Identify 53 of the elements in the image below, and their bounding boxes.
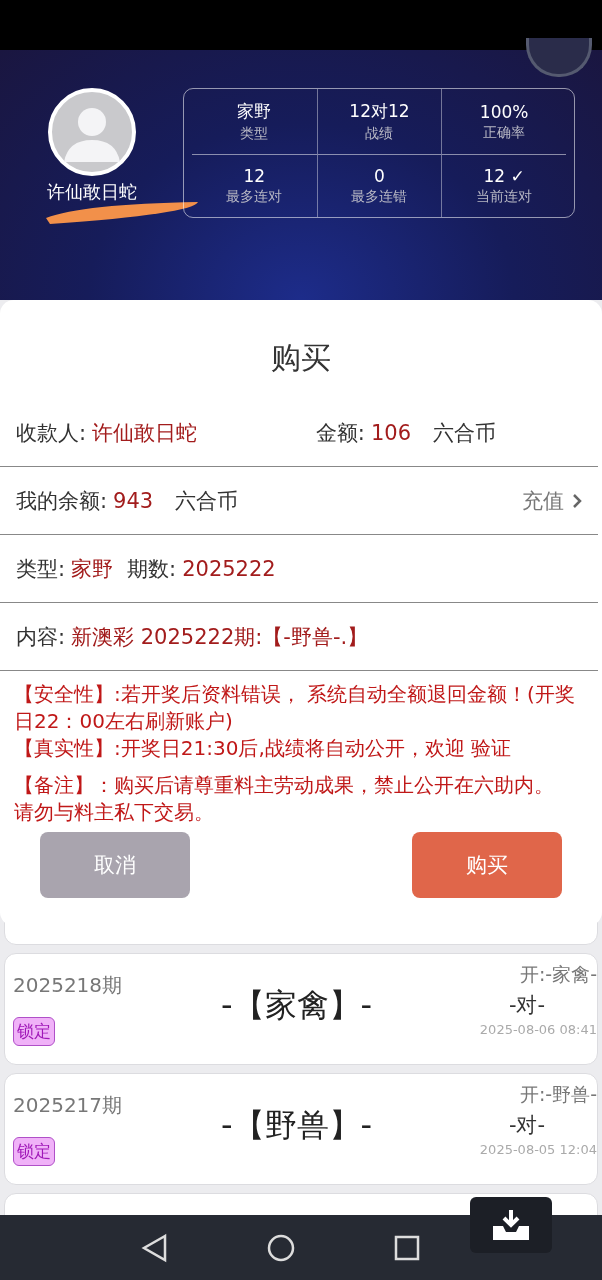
- stat-label: 最多连错: [351, 188, 408, 206]
- download-icon: [491, 1208, 531, 1242]
- recharge-link[interactable]: 充值: [522, 486, 582, 515]
- stat-label: 战绩: [365, 125, 394, 143]
- round-button[interactable]: [526, 38, 592, 77]
- cancel-button[interactable]: 取消: [40, 832, 190, 898]
- amount-value: 106: [370, 420, 411, 445]
- type-value: 家野: [71, 555, 114, 583]
- chevron-icon: [572, 492, 582, 509]
- pick-text: -【野兽】-: [221, 1105, 374, 1146]
- stat-label: 最多连对: [226, 188, 283, 206]
- notice-text: 【安全性】:若开奖后资料错误， 系统自动全额退回金额！(开奖日22：00左右刷新账户): [14, 681, 576, 735]
- balance-value: 943: [113, 488, 154, 513]
- notice-text: 【真实性】:开奖日21:30后,战绩将自动公开，欢迎 验证: [14, 735, 513, 762]
- lock-badge: 锁定: [13, 1137, 55, 1166]
- lock-badge: 锁定: [13, 1017, 55, 1046]
- type-label: 类型:: [16, 555, 66, 583]
- home-icon[interactable]: [266, 1232, 296, 1263]
- download-button[interactable]: [470, 1197, 552, 1253]
- timestamp: 2025-08-06 08:41: [479, 1022, 597, 1037]
- stat-value: 0: [374, 166, 385, 186]
- payee-label: 收款人:: [16, 419, 87, 447]
- stat-label: 正确率: [483, 123, 526, 142]
- avatar-icon: [47, 88, 136, 176]
- notice-text: 【备注】：购买后请尊重料主劳动成果，禁止公开在六助内。: [14, 772, 555, 799]
- stat-value: 12 ✓: [483, 166, 525, 186]
- verdict-text: -对-: [508, 992, 546, 1019]
- stat-label: 类型: [240, 125, 269, 143]
- payee-value: 许仙敢日蛇: [92, 419, 198, 447]
- period-label: 期数:: [127, 555, 177, 583]
- stat-label: 当前连对: [476, 188, 533, 206]
- content-label: 内容:: [16, 623, 66, 651]
- stat-value: 100%: [479, 101, 529, 122]
- content-value: 新澳彩 2025222期:【-野兽-.】: [71, 623, 369, 651]
- result-text: 开:-野兽-: [519, 1082, 597, 1107]
- notice-text: 请勿与料主私下交易。: [14, 799, 215, 826]
- period-text: 2025217期: [13, 1092, 123, 1119]
- result-text: 开:-家禽-: [519, 962, 597, 987]
- stat-value: 家野: [237, 100, 272, 123]
- period-text: 2025218期: [13, 972, 123, 999]
- currency-unit: 六合币: [175, 487, 239, 515]
- dialog-title: 购买: [270, 339, 332, 377]
- balance-label: 我的余额:: [16, 487, 108, 515]
- pick-text: -【家禽】-: [221, 985, 374, 1026]
- currency-unit: 六合币: [433, 419, 496, 447]
- stat-value: 12对12: [349, 100, 410, 123]
- amount-label: 金额:: [315, 419, 365, 447]
- verdict-text: -对-: [508, 1112, 546, 1139]
- stat-value: 12: [243, 166, 266, 186]
- buy-button[interactable]: 购买: [412, 832, 562, 898]
- user-name: 许仙敢日蛇: [46, 180, 137, 204]
- period-value: 2025222: [182, 556, 276, 581]
- timestamp: 2025-08-05 12:04: [479, 1142, 597, 1157]
